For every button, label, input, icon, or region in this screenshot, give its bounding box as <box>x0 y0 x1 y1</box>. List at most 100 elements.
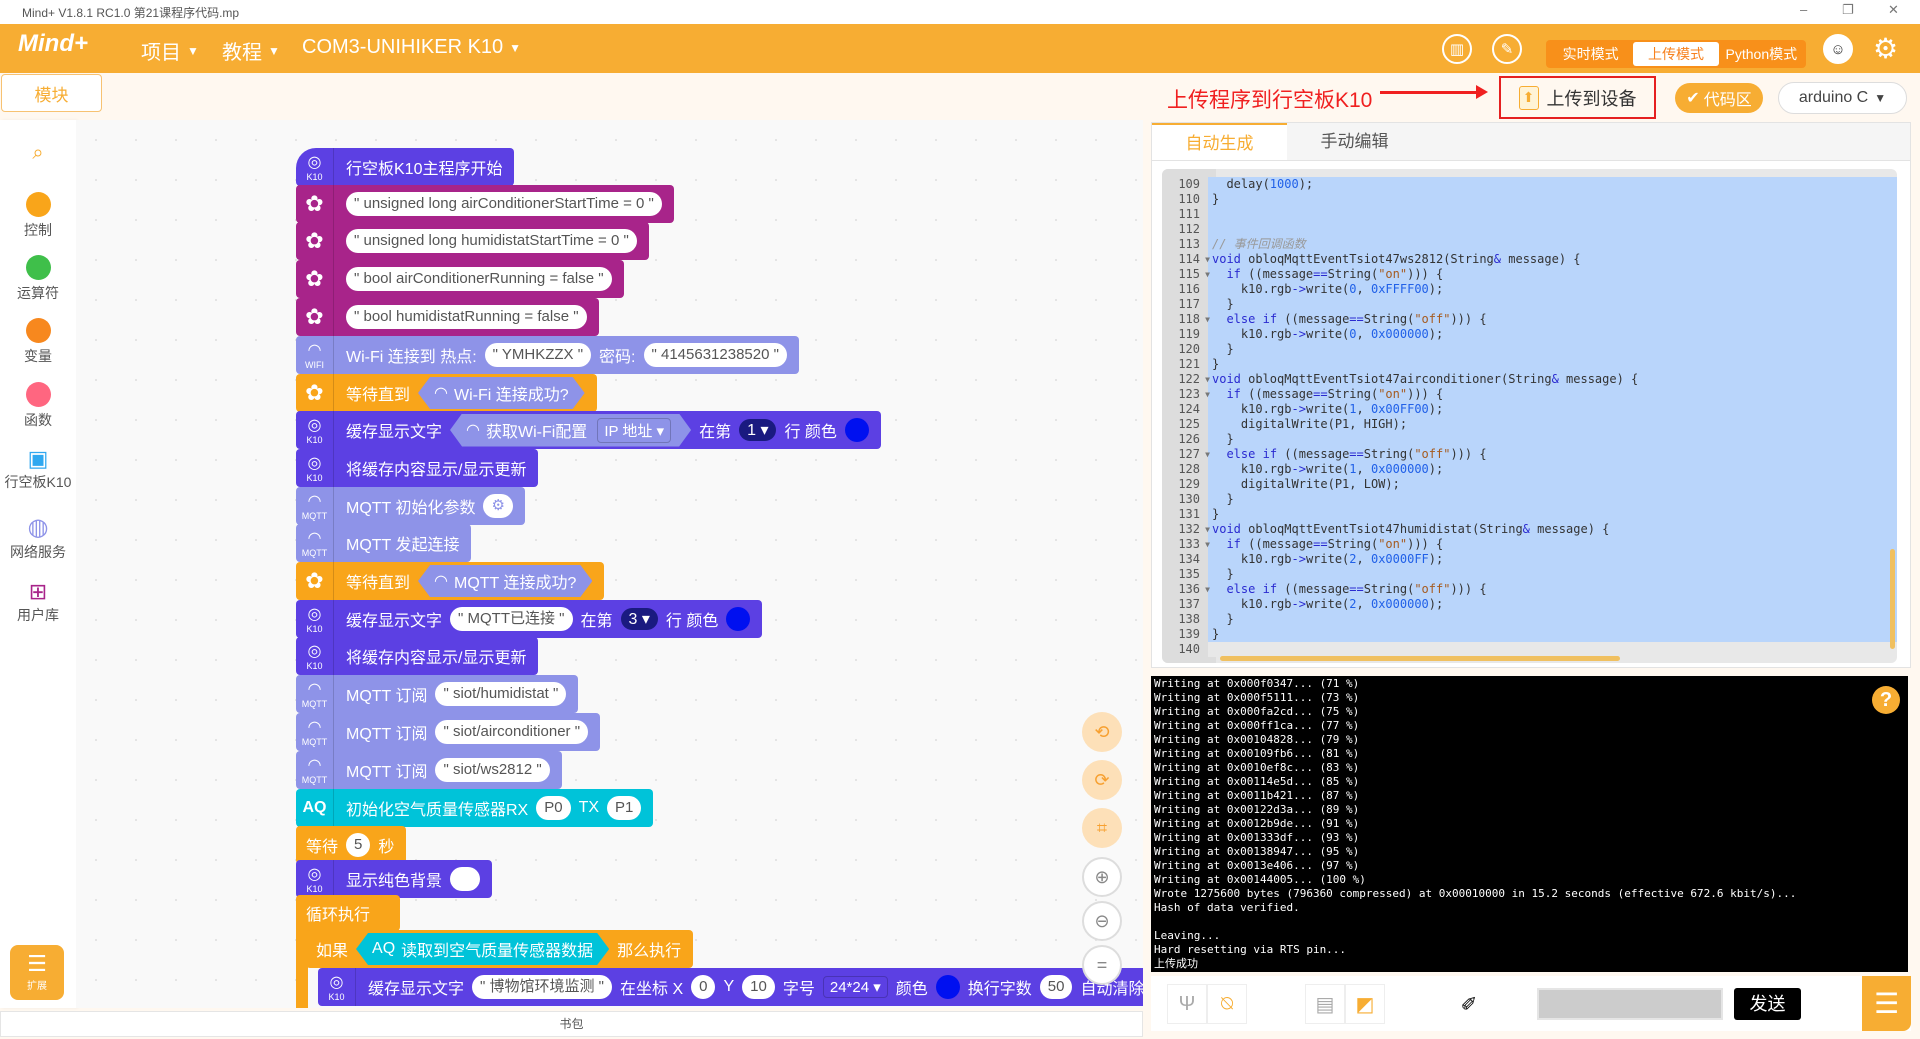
category-control[interactable]: 控制 <box>0 192 76 240</box>
usb-connect-icon[interactable]: Ψ <box>1167 984 1207 1024</box>
code-editor[interactable]: 109 delay(1000); 110} 111 112 113// 事件回调函数 11… <box>1162 169 1897 663</box>
redo-icon[interactable]: ⟳ <box>1082 760 1122 800</box>
mode-realtime[interactable]: 实时模式 <box>1548 42 1633 66</box>
fold-arrow-icon[interactable]: ▼ <box>1205 267 1210 282</box>
block-input[interactable]: 10 <box>742 975 775 999</box>
condition-block[interactable]: ◠ MQTT 连接成功? <box>418 565 592 597</box>
block-input[interactable]: " YMHKZZX " <box>484 343 592 367</box>
help-button[interactable]: ? <box>1872 686 1900 714</box>
block-code[interactable]: ✿ " bool humidistatRunning = false " <box>296 298 599 336</box>
block-input[interactable]: " unsigned long airConditionerStartTime … <box>346 192 662 216</box>
send-button[interactable]: 发送 <box>1734 988 1801 1020</box>
extension-button[interactable]: ☰ 扩展 <box>10 945 64 1000</box>
block-input[interactable]: 50 <box>1039 975 1073 999</box>
block-workspace[interactable]: ◎ K10 行空板K10主程序开始 ✿ " unsigned long airCondi… <box>76 120 1143 1008</box>
block-input[interactable]: " siot/humidistat " <box>435 682 567 706</box>
tab-auto-generate[interactable]: 自动生成 <box>1152 123 1287 160</box>
erase-icon[interactable]: ✐ <box>1449 984 1489 1024</box>
condition-block[interactable]: ◠ 获取Wi-Fi配置 IP 地址 ▾ <box>450 414 691 447</box>
block-ctl[interactable]: 等待 5 秒 <box>296 826 407 864</box>
undo-icon[interactable]: ⟲ <box>1082 712 1122 752</box>
block-k10[interactable]: ◎ K10 显示纯色背景 <box>296 860 493 898</box>
vertical-scrollbar[interactable] <box>1890 549 1895 649</box>
category-variables[interactable]: 变量 <box>0 318 76 366</box>
block-ctl[interactable]: 循环执行 <box>296 895 400 931</box>
code-area-toggle[interactable]: ✔ 代码区 <box>1675 83 1763 113</box>
block-k10[interactable]: ◎ K10 缓存显示文字 " 博物馆环境监测 " 在坐标 X 0 Y 10 字号 24*24 ▾ 颜… <box>318 968 1143 1006</box>
fold-arrow-icon[interactable]: ▼ <box>1205 582 1210 597</box>
serial-send-input[interactable] <box>1537 988 1723 1020</box>
crop-icon[interactable]: ⌗ <box>1082 808 1122 848</box>
backpack-bar[interactable]: 书包 <box>0 1011 1143 1037</box>
gear-icon[interactable]: ⚙ <box>483 494 513 518</box>
close-button[interactable]: ✕ <box>1888 2 1899 18</box>
block-input[interactable]: " siot/ws2812 " <box>435 758 550 782</box>
block-net[interactable]: ◠ WIFI Wi-Fi 连接到 热点: " YMHKZZX " 密码: " 414563… <box>296 336 799 374</box>
block-input[interactable]: P1 <box>607 796 642 820</box>
fold-arrow-icon[interactable]: ▼ <box>1205 252 1210 267</box>
minimize-button[interactable]: – <box>1800 2 1807 17</box>
block-net[interactable]: ◠ MQTT MQTT 订阅 " siot/airconditioner " <box>296 713 601 751</box>
menu-project[interactable]: 项目 ▼ <box>141 36 199 65</box>
category-operators[interactable]: 运算符 <box>0 255 76 303</box>
color-picker[interactable] <box>450 867 481 891</box>
block-aq[interactable]: AQ 初始化空气质量传感器RX P0 TX P1 <box>296 789 654 827</box>
tab-manual-edit[interactable]: 手动编辑 <box>1287 123 1422 160</box>
block-net[interactable]: ◠ MQTT MQTT 初始化参数 ⚙ <box>296 487 525 525</box>
block-input[interactable]: 5 <box>346 833 371 857</box>
block-input[interactable]: " 4145631238520 " <box>643 343 787 367</box>
usb-disconnect-icon[interactable]: ⍉ <box>1207 984 1247 1024</box>
settings-gear-icon[interactable]: ⚙ <box>1873 32 1898 65</box>
block-k10[interactable]: ◎ K10 缓存显示文字 ◠ 获取Wi-Fi配置 IP 地址 ▾ 在第 1 ▾ 行 颜色 <box>296 411 881 449</box>
category-user-library[interactable]: ⊞ 用户库 <box>0 579 76 625</box>
block-code[interactable]: ✿ " unsigned long airConditionerStartTime… <box>296 185 674 223</box>
avatar[interactable]: ☺ <box>1823 34 1853 64</box>
block-k10[interactable]: ◎ K10 行空板K10主程序开始 <box>296 148 515 186</box>
block-input[interactable]: " unsigned long humidistatStartTime = 0 … <box>346 229 637 253</box>
block-net[interactable]: ◠ MQTT MQTT 发起连接 <box>296 524 472 562</box>
edit-icon[interactable]: ✎ <box>1492 34 1522 64</box>
color-picker[interactable] <box>726 607 751 631</box>
menu-tutorial[interactable]: 教程 ▼ <box>222 36 280 65</box>
blocks-tab[interactable]: 模块 <box>1 74 102 112</box>
category-unihiker-k10[interactable]: ▣ 行空板K10 <box>0 446 76 492</box>
category-functions[interactable]: 函数 <box>0 382 76 430</box>
block-input[interactable]: " 博物馆环境监测 " <box>472 975 613 999</box>
serial-plot-icon[interactable]: ▥ <box>1442 34 1472 64</box>
fold-arrow-icon[interactable]: ▼ <box>1205 537 1210 552</box>
block-code[interactable]: ✿ " unsigned long humidistatStartTime = 0… <box>296 222 649 260</box>
block-ctl[interactable]: ✿ 等待直到 ◠ MQTT 连接成功? <box>296 562 605 600</box>
fold-arrow-icon[interactable]: ▼ <box>1205 447 1210 462</box>
zoom-out-icon[interactable]: ⊖ <box>1082 901 1122 941</box>
block-ctl[interactable]: 如果 AQ 读取到空气质量传感器数据 那么执行 <box>306 930 694 968</box>
block-input[interactable]: " siot/airconditioner " <box>435 720 589 744</box>
search-icon[interactable]: ⌕ <box>0 142 76 165</box>
reset-zoom-icon[interactable]: = <box>1082 945 1122 985</box>
block-k10[interactable]: ◎ K10 缓存显示文字 " MQTT已连接 " 在第 3 ▾ 行 颜色 <box>296 600 763 638</box>
block-dropdown[interactable]: IP 地址 ▾ <box>597 418 671 443</box>
category-network[interactable]: ◍ 网络服务 <box>0 513 76 562</box>
horizontal-scrollbar[interactable] <box>1220 656 1620 661</box>
row-dropdown[interactable]: 1 ▾ <box>739 419 777 441</box>
list-menu-icon[interactable]: ☰ <box>1862 976 1911 1031</box>
condition-block[interactable]: ◠ Wi-Fi 连接成功? <box>418 377 585 409</box>
row-dropdown[interactable]: 3 ▾ <box>620 608 658 630</box>
fold-arrow-icon[interactable]: ▼ <box>1205 312 1210 327</box>
block-input[interactable]: " bool humidistatRunning = false " <box>346 305 587 329</box>
mode-upload[interactable]: 上传模式 <box>1633 42 1719 66</box>
zoom-in-icon[interactable]: ⊕ <box>1082 857 1122 897</box>
mode-python[interactable]: Python模式 <box>1719 42 1804 66</box>
block-input[interactable]: 0 <box>691 975 716 999</box>
scroll-lock-icon[interactable]: ▤ <box>1305 984 1345 1024</box>
block-k10[interactable]: ◎ K10 将缓存内容显示/显示更新 <box>296 449 539 487</box>
block-input[interactable]: P0 <box>536 796 571 820</box>
fold-arrow-icon[interactable]: ▼ <box>1205 372 1210 387</box>
device-port-select[interactable]: COM3-UNIHIKER K10 ▼ <box>302 36 521 59</box>
upload-to-device-button[interactable]: ⬆ 上传到设备 <box>1499 76 1656 119</box>
block-input[interactable]: " bool airConditionerRunning = false " <box>346 267 612 291</box>
block-k10[interactable]: ◎ K10 将缓存内容显示/显示更新 <box>296 637 539 675</box>
color-picker[interactable] <box>844 418 869 442</box>
restore-button[interactable]: ❐ <box>1842 2 1854 18</box>
block-dropdown[interactable]: 24*24 ▾ <box>822 976 888 998</box>
color-picker[interactable] <box>935 975 960 999</box>
